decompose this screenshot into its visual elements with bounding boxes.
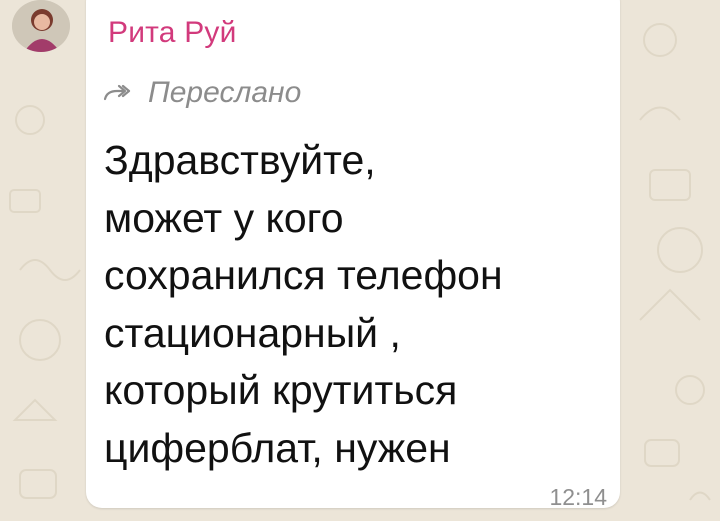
message-text[interactable]: Здравствуйте, может у кого сохранился те…	[104, 132, 604, 477]
forward-arrow-icon	[103, 84, 131, 101]
forwarded-label: Переслано	[148, 76, 302, 109]
sender-avatar[interactable]	[12, 0, 70, 52]
user-avatar-icon	[12, 0, 70, 52]
message-time: 12:14	[549, 484, 607, 510]
sender-name[interactable]: Рита Руй	[108, 16, 237, 49]
forwarded-indicator: Переслано	[102, 75, 301, 111]
